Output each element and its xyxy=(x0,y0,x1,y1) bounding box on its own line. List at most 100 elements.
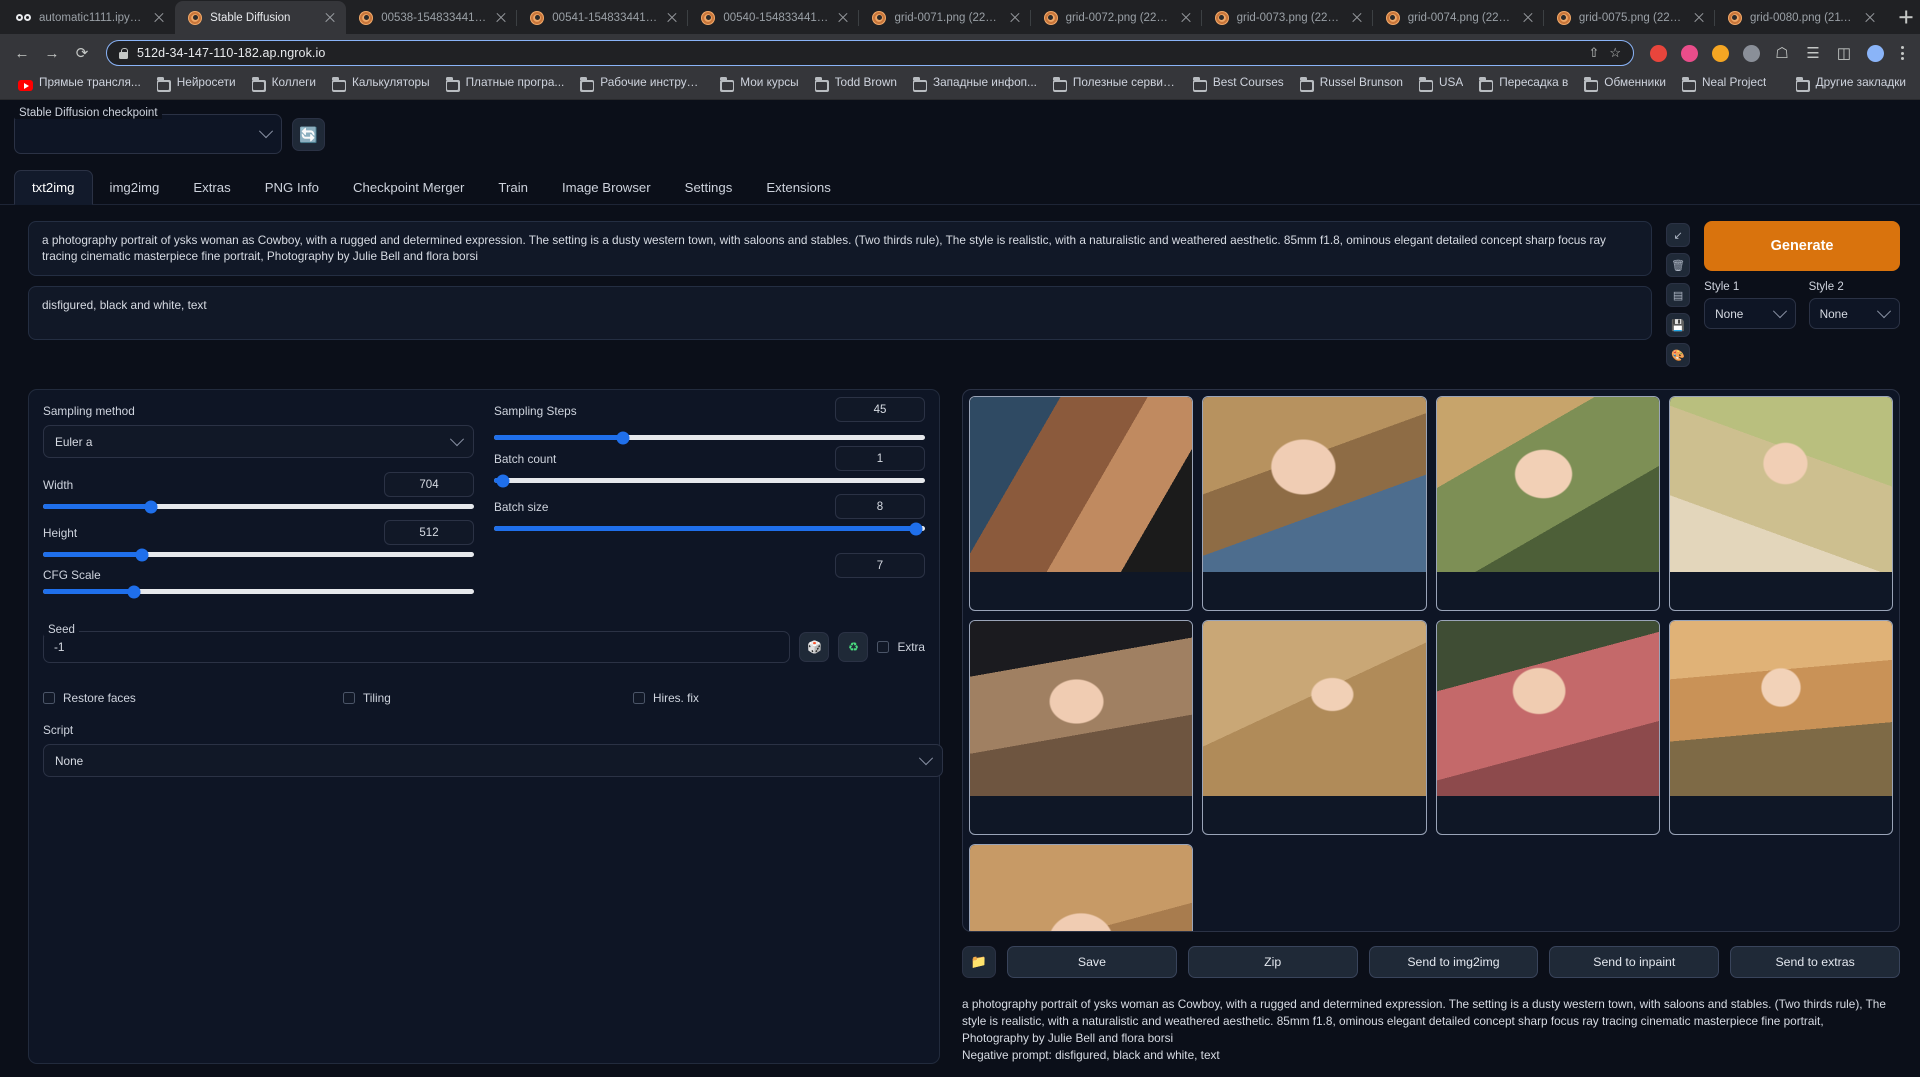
save-style-icon[interactable]: 💾 xyxy=(1666,313,1691,337)
gallery-image[interactable] xyxy=(1668,620,1893,835)
gallery-image[interactable] xyxy=(1202,396,1427,611)
browser-tab[interactable]: grid-0075.png (2280× xyxy=(1542,1,1715,34)
browser-tab[interactable]: grid-0073.png (2280× xyxy=(1200,1,1373,34)
send-to-img2img-button[interactable]: Send to img2img xyxy=(1368,946,1539,978)
style-2-dropdown[interactable]: None xyxy=(1808,298,1901,329)
bookmark-item[interactable]: Нейросети xyxy=(149,72,244,99)
bookmark-item[interactable]: Мои курсы xyxy=(712,72,806,99)
close-icon[interactable] xyxy=(152,11,166,25)
close-icon[interactable] xyxy=(323,11,337,25)
save-button[interactable]: Save xyxy=(1007,946,1177,978)
random-seed-button[interactable]: 🎲 xyxy=(799,632,830,662)
tab-extras[interactable]: Extras xyxy=(176,171,247,204)
reading-list-icon[interactable]: ☰ xyxy=(1799,39,1827,67)
reload-icon[interactable]: ⟳ xyxy=(68,39,96,67)
browser-tab[interactable]: 00538-1548334414-a xyxy=(346,1,517,34)
bookmark-item[interactable]: Коллеги xyxy=(244,72,324,99)
tiling-row[interactable]: Tiling xyxy=(343,691,633,705)
reuse-seed-button[interactable]: ♻ xyxy=(838,632,869,662)
address-bar[interactable]: 512d-34-147-110-182.ap.ngrok.io ⇧ ☆ xyxy=(106,40,1634,66)
height-slider[interactable] xyxy=(43,548,474,561)
close-icon[interactable] xyxy=(1179,11,1193,25)
height-value[interactable]: 512 xyxy=(384,520,474,545)
gallery-image[interactable] xyxy=(1435,396,1660,611)
bookmark-item[interactable]: Полезные сервис... xyxy=(1045,72,1185,99)
extension-gray-icon[interactable] xyxy=(1737,39,1765,67)
tab-settings[interactable]: Settings xyxy=(668,171,750,204)
close-icon[interactable] xyxy=(665,11,679,25)
batch-count-value[interactable]: 1 xyxy=(835,446,925,471)
tab-img2img[interactable]: img2img xyxy=(93,171,177,204)
zip-button[interactable]: Zip xyxy=(1187,946,1358,978)
bookmark-item[interactable]: Платные програ... xyxy=(438,72,573,99)
browser-tab[interactable]: grid-0072.png (2280× xyxy=(1029,1,1202,34)
cfg-slider[interactable] xyxy=(43,585,474,598)
browser-tab[interactable]: 00541-1548334414-a xyxy=(516,1,688,34)
bookmark-item[interactable]: Russel Brunson xyxy=(1292,72,1411,99)
browser-tab[interactable]: 00540-1548334414-a xyxy=(687,1,859,34)
tab-image-browser[interactable]: Image Browser xyxy=(545,171,668,204)
batch-size-value[interactable]: 8 xyxy=(835,494,925,519)
palette-icon[interactable]: 🎨 xyxy=(1666,343,1691,367)
sampling-method-dropdown[interactable]: Euler a xyxy=(43,425,474,458)
sampling-steps-slider[interactable] xyxy=(494,431,925,444)
gallery-image[interactable] xyxy=(969,620,1194,835)
gallery-image[interactable] xyxy=(1202,620,1427,835)
gallery-image[interactable] xyxy=(1668,396,1893,611)
close-icon[interactable] xyxy=(494,11,508,25)
bookmark-item[interactable]: USA xyxy=(1411,72,1471,99)
script-dropdown[interactable]: None xyxy=(43,744,943,777)
close-icon[interactable] xyxy=(1863,11,1877,25)
extra-checkbox[interactable] xyxy=(877,641,890,653)
send-to-inpaint-button[interactable]: Send to inpaint xyxy=(1549,946,1720,978)
open-folder-button[interactable]: 📁 xyxy=(962,946,996,978)
extension-red-icon[interactable] xyxy=(1644,39,1672,67)
browser-tab[interactable]: automatic1111.ipynb - xyxy=(4,1,175,34)
close-icon[interactable] xyxy=(836,11,850,25)
close-icon[interactable] xyxy=(1521,11,1535,25)
bookmark-item[interactable]: Обменники xyxy=(1576,72,1674,99)
chrome-menu-icon[interactable] xyxy=(1892,43,1912,63)
bookmark-item[interactable]: Neal Project xyxy=(1674,72,1774,99)
restore-faces-row[interactable]: Restore faces xyxy=(43,691,343,705)
extension-pink-icon[interactable] xyxy=(1675,39,1703,67)
share-icon[interactable]: ⇧ xyxy=(1588,45,1599,61)
bookmark-item[interactable]: Прямые трансля... xyxy=(10,72,149,99)
gallery-image[interactable] xyxy=(969,396,1194,611)
batch-count-slider[interactable] xyxy=(494,474,925,487)
hires-fix-row[interactable]: Hires. fix xyxy=(633,691,699,705)
arrow-down-left-icon[interactable]: ↙ xyxy=(1666,223,1691,247)
tab-train[interactable]: Train xyxy=(481,171,545,204)
tiling-checkbox[interactable] xyxy=(343,692,355,704)
browser-tab[interactable]: grid-0074.png (2280× xyxy=(1371,1,1544,34)
negative-prompt-input[interactable]: disfigured, black and white, text xyxy=(28,286,1653,341)
clipboard-icon[interactable]: ▤ xyxy=(1666,283,1691,307)
generate-button[interactable]: Generate xyxy=(1704,221,1900,271)
bookmark-item[interactable]: Todd Brown xyxy=(807,72,905,99)
sidebar-icon[interactable]: ◫ xyxy=(1830,39,1858,67)
extensions-puzzle-icon[interactable]: ☖ xyxy=(1768,39,1796,67)
trash-icon[interactable]: 🗑 xyxy=(1666,253,1691,277)
extension-orange-icon[interactable] xyxy=(1706,39,1734,67)
width-value[interactable]: 704 xyxy=(384,472,474,497)
gallery-image[interactable] xyxy=(969,844,1194,931)
width-slider[interactable] xyxy=(43,500,474,513)
bookmark-item[interactable]: Рабочие инструм... xyxy=(572,72,712,99)
bookmark-item[interactable]: Западные инфоп... xyxy=(905,72,1045,99)
gallery-image[interactable] xyxy=(1435,620,1660,835)
close-icon[interactable] xyxy=(1350,11,1364,25)
browser-tab-active[interactable]: Stable Diffusion xyxy=(175,1,347,34)
bookmark-item[interactable]: Best Courses xyxy=(1185,72,1292,99)
refresh-checkpoints-button[interactable]: 🔄 xyxy=(292,118,325,151)
tab-extensions[interactable]: Extensions xyxy=(749,171,848,204)
bookmark-item[interactable]: Пересадка в xyxy=(1471,72,1576,99)
other-bookmarks[interactable]: Другие закладки xyxy=(1795,75,1910,96)
checkpoint-dropdown[interactable]: Stable Diffusion checkpoint xyxy=(14,107,282,154)
batch-size-slider[interactable] xyxy=(494,522,925,535)
close-icon[interactable] xyxy=(1008,11,1022,25)
new-tab-button[interactable] xyxy=(1892,3,1920,31)
avatar[interactable] xyxy=(1861,39,1889,67)
restore-faces-checkbox[interactable] xyxy=(43,692,55,704)
forward-icon[interactable]: → xyxy=(38,39,66,67)
browser-tab[interactable]: grid-0071.png (2280× xyxy=(858,1,1030,34)
